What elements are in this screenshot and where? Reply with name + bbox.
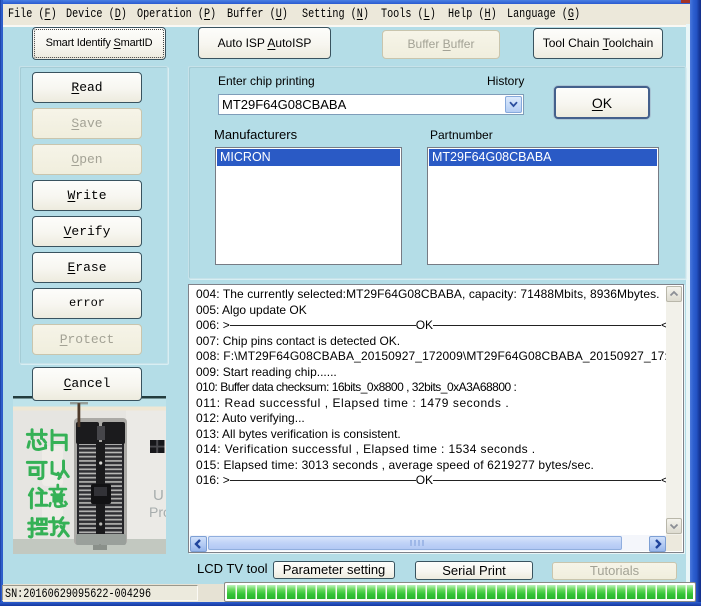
svg-text:Pro: Pro (149, 504, 166, 520)
svg-text:U: U (153, 487, 164, 504)
